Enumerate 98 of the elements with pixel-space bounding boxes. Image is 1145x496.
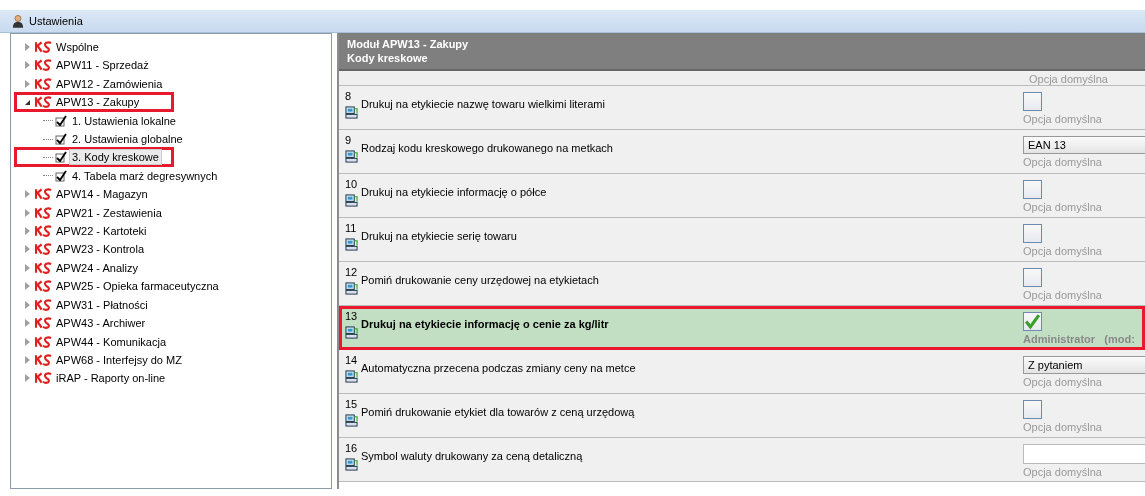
module-title: Moduł APW13 - Zakupy: [347, 37, 470, 51]
expander-icon[interactable]: [25, 99, 30, 105]
tree-item[interactable]: Wspólne: [53, 39, 102, 55]
logo-icon: [35, 372, 52, 385]
logo-icon: [35, 261, 52, 274]
logo-icon: [35, 206, 52, 219]
checkbox[interactable]: [1023, 400, 1042, 419]
checkbox[interactable]: [1023, 224, 1042, 243]
section-title: Kody kreskowe: [347, 51, 429, 65]
logo-icon: [35, 41, 52, 53]
setting-row[interactable]: 14 Automatyczna przecena podczas zmiany ceny na metce Z pytaniem Opcja domyślna: [339, 350, 1145, 394]
setting-row[interactable]: 8 Drukuj na etykiecie nazwę towaru wielkimi literami Opcja domyślna: [339, 86, 1145, 130]
setting-row[interactable]: 16 Symbol waluty drukowany za ceną detaliczną Opcja domyślna: [339, 438, 1145, 482]
source-label: Opcja domyślna: [1023, 201, 1103, 213]
logo-icon: [35, 353, 52, 366]
window-title: Ustawienia: [29, 15, 83, 27]
tree-item[interactable]: APW24 - Analizy: [53, 259, 141, 276]
computer-icon: [345, 238, 358, 251]
setting-label: Drukuj na etykiecie informację o półce: [361, 186, 547, 198]
checkmark-icon: [55, 114, 67, 127]
source-label: Opcja domyślna: [1023, 466, 1103, 478]
person-icon: [12, 14, 24, 28]
tree-item[interactable]: APW43 - Archiwer: [53, 315, 149, 332]
tree-item[interactable]: APW31 - Płatności: [53, 296, 151, 313]
tree-item[interactable]: APW11 - Sprzedaż: [53, 57, 152, 74]
setting-row[interactable]: 9 Rodzaj kodu kreskowego drukowanego na metkach EAN 13 Opcja domyślna: [339, 130, 1145, 174]
tree-item[interactable]: APW14 - Magazyn: [53, 186, 151, 203]
tree-item[interactable]: APW23 - Kontrola: [53, 241, 148, 258]
computer-icon: [345, 282, 358, 295]
tree-item[interactable]: APW44 - Komunikacja: [53, 333, 170, 350]
tree-item[interactable]: iRAP - Raporty on-line: [53, 370, 169, 387]
computer-icon: [345, 458, 358, 471]
computer-icon: [345, 106, 358, 119]
tree-item[interactable]: APW22 - Kartoteki: [53, 223, 150, 240]
setting-number: 9: [345, 134, 353, 146]
tree-item[interactable]: APW68 - Interfejsy do MZ: [53, 351, 185, 368]
checkmark-icon: [55, 151, 67, 164]
source-label: Opcja domyślna: [1029, 73, 1108, 85]
logo-icon: [35, 243, 52, 256]
tree-item[interactable]: 2. Ustawienia globalne: [69, 131, 186, 148]
setting-row[interactable]: 12 Pomiń drukowanie ceny urzędowej na etykietach Opcja domyślna: [339, 262, 1145, 306]
checkbox[interactable]: [1023, 268, 1042, 287]
source-label: Administrator (mod:: [1023, 333, 1136, 345]
setting-number: 13: [345, 310, 359, 322]
source-label: Opcja domyślna: [1023, 245, 1103, 257]
computer-icon: [345, 370, 358, 383]
setting-label: Drukuj na etykiecie serię towaru: [361, 230, 517, 242]
logo-icon: [35, 225, 52, 238]
logo-icon: [35, 317, 52, 330]
setting-number: 10: [345, 178, 359, 190]
dropdown[interactable]: Z pytaniem: [1023, 356, 1145, 374]
setting-label: Drukuj na etykiecie nazwę towaru wielkimi literami: [361, 98, 605, 110]
tree-item[interactable]: 4. Tabela marż degresywnych: [69, 167, 221, 184]
tree-item[interactable]: 1. Ustawienia lokalne: [69, 112, 179, 129]
setting-number: 11: [345, 222, 358, 234]
logo-icon: [35, 298, 52, 311]
computer-icon: [345, 194, 358, 207]
source-label: Opcja domyślna: [1023, 156, 1103, 168]
setting-row[interactable]: 15 Pomiń drukowanie etykiet dla towarów z ceną urzędową Opcja domyślna: [339, 394, 1145, 438]
input-field[interactable]: [1023, 444, 1145, 464]
source-label: Opcja domyślna: [1023, 376, 1103, 388]
setting-label: Automatyczna przecena podczas zmiany ceny na metce: [361, 362, 636, 374]
logo-icon: [35, 335, 52, 348]
checkmark-icon: [55, 133, 67, 146]
tree-item[interactable]: APW12 - Zamówienia: [53, 75, 166, 92]
setting-number: 12: [345, 266, 359, 278]
setting-number: 8: [345, 90, 353, 102]
setting-row[interactable]: 10 Drukuj na etykiecie informację o półce Opcja domyślna: [339, 174, 1145, 218]
tree-item[interactable]: APW13 - Zakupy: [53, 94, 143, 111]
setting-label: Pomiń drukowanie etykiet dla towarów z ceną urzędową: [361, 406, 635, 418]
setting-row[interactable]: 11 Drukuj na etykiecie serię towaru Opcja domyślna: [339, 218, 1145, 262]
tree-item[interactable]: APW21 - Zestawienia: [53, 204, 165, 221]
logo-icon: [35, 188, 52, 201]
source-label: Opcja domyślna: [1023, 113, 1103, 125]
setting-number: 14: [345, 354, 359, 366]
checkbox[interactable]: [1023, 312, 1042, 331]
source-label: Opcja domyślna: [1023, 289, 1103, 301]
source-label: Opcja domyślna: [1023, 421, 1103, 433]
setting-number: 16: [345, 442, 359, 454]
computer-icon: [345, 414, 358, 427]
checkmark-icon: [55, 169, 67, 182]
computer-icon: [345, 326, 358, 339]
setting-label: Symbol waluty drukowany za ceną detaliczną: [361, 450, 583, 462]
dropdown[interactable]: EAN 13: [1023, 136, 1145, 154]
checkbox[interactable]: [1023, 180, 1042, 199]
checkbox[interactable]: [1023, 92, 1042, 111]
setting-number: 15: [345, 398, 359, 410]
tree-item[interactable]: 3. Kody kreskowe: [69, 149, 162, 166]
setting-row[interactable]: 13 Drukuj na etykiecie informację o cenie za kg/litr Administrator (mod:: [339, 306, 1145, 350]
logo-icon: [35, 59, 52, 72]
setting-label: Pomiń drukowanie ceny urzędowej na etykietach: [361, 274, 599, 286]
tree-item[interactable]: APW25 - Opieka farmaceutyczna: [53, 278, 222, 295]
setting-label: Drukuj na etykiecie informację o cenie za kg/litr: [361, 318, 609, 330]
computer-icon: [345, 150, 358, 163]
logo-icon: [35, 96, 52, 109]
logo-icon: [35, 280, 52, 293]
logo-icon: [35, 77, 52, 90]
setting-label: Rodzaj kodu kreskowego drukowanego na metkach: [361, 142, 613, 154]
